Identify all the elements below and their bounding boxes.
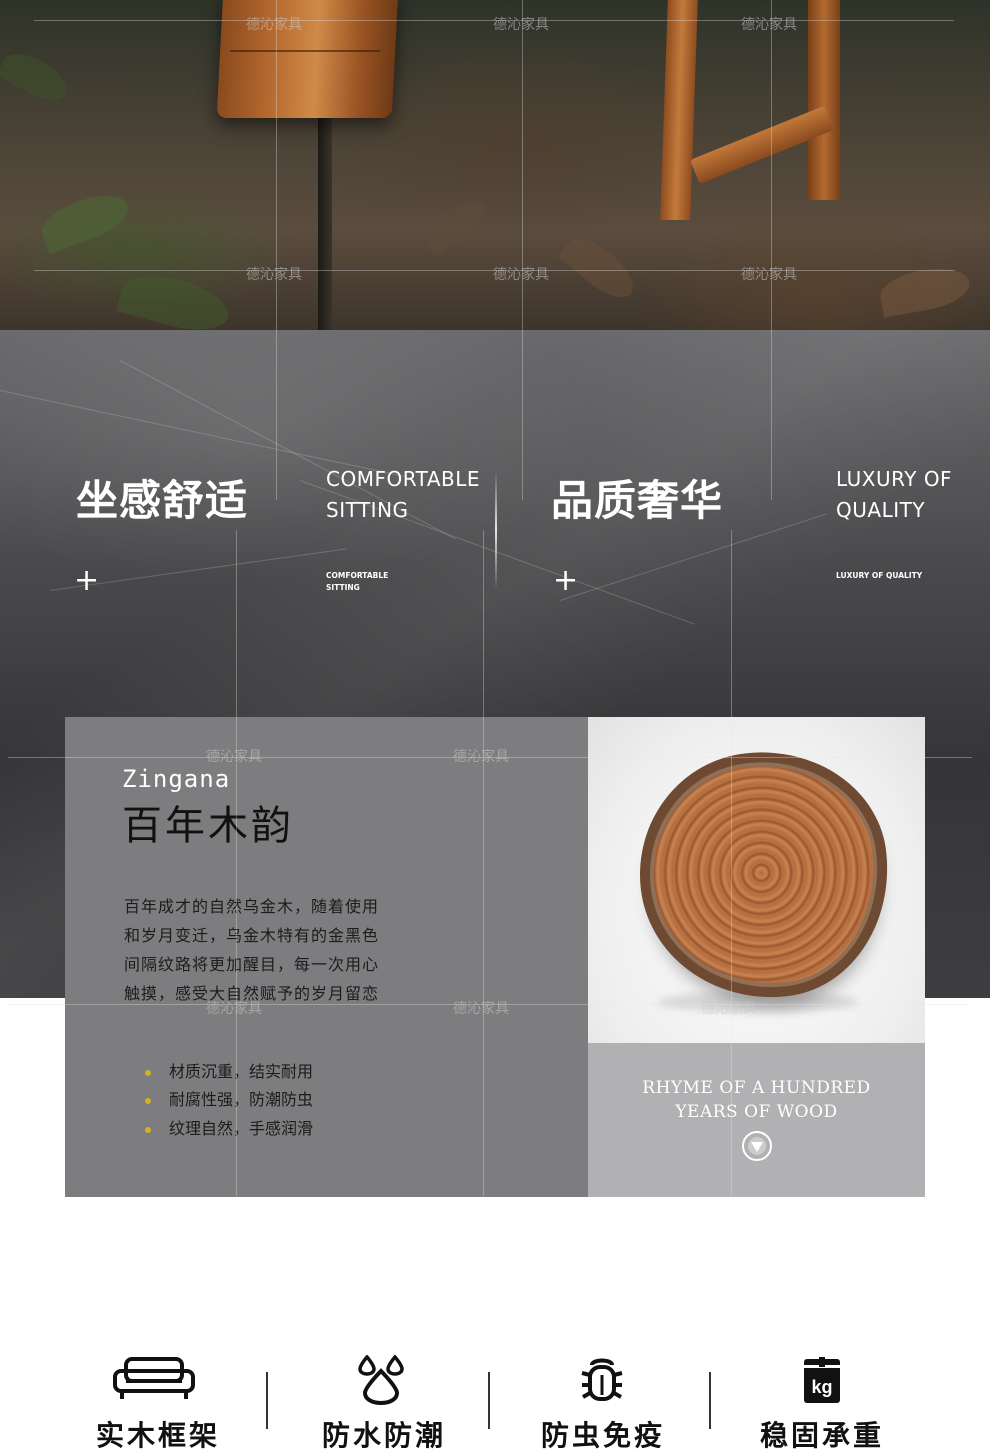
- rhyme-caption: YEARS OF WOOD: [675, 1102, 838, 1122]
- bullet-text: 材质沉重，结实耐用: [169, 1062, 314, 1081]
- svg-text:kg: kg: [811, 1377, 832, 1397]
- tree-trunk: [318, 118, 332, 330]
- feature-small-line: SITTING: [326, 583, 360, 592]
- feature-label: 防水防潮: [322, 1419, 447, 1452]
- feature-label: 防虫免疫: [541, 1419, 666, 1452]
- feature-label: 稳固承重: [760, 1419, 885, 1452]
- bug-icon: [580, 1355, 624, 1407]
- watermark-text: 德沁家具: [453, 749, 509, 765]
- kg-weight-icon: kg: [800, 1355, 844, 1409]
- watermark-text: 德沁家具: [741, 267, 797, 283]
- rhyme-caption: RHYME OF A HUNDRED: [642, 1078, 871, 1098]
- paragraph-line: 间隔纹路将更加醒目，每一次用心: [124, 955, 380, 974]
- feature-title-en-line: SITTING: [326, 498, 409, 522]
- paragraph-line: 和岁月变迁，乌金木特有的金黑色: [124, 926, 380, 945]
- watermark-text: 德沁家具: [206, 749, 262, 765]
- watermark-text: 德沁家具: [493, 267, 549, 283]
- chair-leg-right: [808, 0, 840, 200]
- watermark-line: [236, 530, 237, 1196]
- brand-name: Zingana: [122, 765, 231, 793]
- bullet-dot-icon: [145, 1126, 151, 1133]
- watermark-line: [771, 0, 772, 500]
- feature-title-en-line: LUXURY OF: [836, 467, 953, 491]
- bullet-item: 纹理自然，手感润滑: [145, 1115, 313, 1139]
- icon-separator: [709, 1372, 711, 1429]
- icon-separator: [488, 1372, 490, 1429]
- sofa-icon: [112, 1355, 196, 1405]
- bullet-dot-icon: [145, 1069, 151, 1076]
- watermark-text: 德沁家具: [246, 17, 302, 33]
- chair-leg-left: [660, 0, 698, 220]
- feature-title-en-line: COMFORTABLE: [326, 467, 480, 491]
- feature-small-line: COMFORTABLE: [326, 571, 389, 580]
- paragraph-line: 百年成才的自然乌金木，随着使用: [124, 897, 380, 916]
- section-title: 百年木韵: [122, 803, 294, 849]
- watermark-line: [731, 530, 732, 1196]
- bullet-item: 耐腐性强，防潮防虫: [145, 1086, 313, 1110]
- feature-divider: [495, 470, 497, 590]
- watermark-text: 德沁家具: [453, 1001, 509, 1017]
- watermark-text: 德沁家具: [246, 267, 302, 283]
- watermark-line: [483, 530, 484, 1196]
- watermark-text: 德沁家具: [701, 1001, 757, 1017]
- bullet-dot-icon: [145, 1097, 151, 1104]
- plus-icon[interactable]: +: [74, 566, 99, 596]
- watermark-line: [276, 0, 277, 500]
- wood-cabinet: [216, 0, 399, 118]
- feature-title-cn: 品质奢华: [551, 476, 724, 525]
- feature-title-en: LUXURY OF QUALITY: [836, 464, 952, 526]
- feature-title-en: COMFORTABLE SITTING: [326, 464, 480, 526]
- scroll-down-arrow-icon[interactable]: [742, 1131, 772, 1161]
- feature-title-en-line: QUALITY: [836, 498, 926, 522]
- watermark-text: 德沁家具: [493, 17, 549, 33]
- feature-label: 实木框架: [96, 1419, 221, 1452]
- icon-separator: [266, 1372, 268, 1429]
- watermark-text: 德沁家具: [206, 1001, 262, 1017]
- watermark-line: [522, 0, 523, 500]
- feature-small-caption: COMFORTABLE SITTING: [326, 570, 388, 594]
- bullet-text: 纹理自然，手感润滑: [169, 1119, 314, 1138]
- bullet-item: 材质沉重，结实耐用: [145, 1058, 313, 1082]
- bullet-text: 耐腐性强，防潮防虫: [169, 1090, 314, 1109]
- water-drops-icon: [357, 1354, 405, 1409]
- plus-icon[interactable]: +: [553, 566, 578, 596]
- feature-small-caption: LUXURY OF QUALITY: [836, 571, 923, 580]
- watermark-text: 德沁家具: [741, 17, 797, 33]
- feature-title-cn: 坐感舒适: [76, 476, 249, 525]
